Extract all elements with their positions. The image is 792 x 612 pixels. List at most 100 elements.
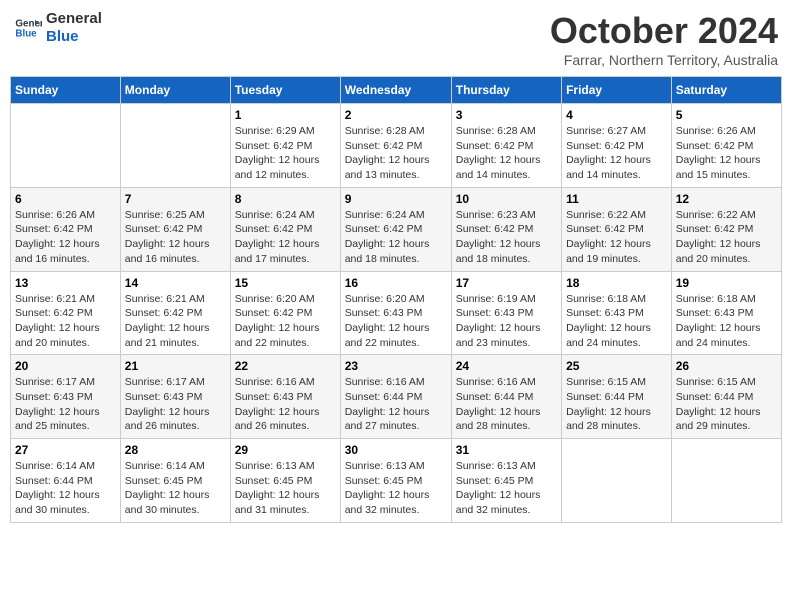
calendar-cell	[671, 439, 781, 523]
calendar-cell: 8 Sunrise: 6:24 AM Sunset: 6:42 PM Daylig…	[230, 187, 340, 271]
calendar-cell: 30 Sunrise: 6:13 AM Sunset: 6:45 PM Dayli…	[340, 439, 451, 523]
day-number: 25	[566, 359, 667, 373]
calendar-cell: 26Sunrise: 6:15 AM Sunset: 6:44 PM Dayli…	[671, 355, 781, 439]
day-number: 24	[456, 359, 557, 373]
day-number: 29	[235, 443, 336, 457]
day-number: 4	[566, 108, 667, 122]
day-number: 1	[235, 108, 336, 122]
day-info: Sunrise: 6:20 AM Sunset: 6:43 PM Dayligh…	[345, 292, 447, 351]
calendar-cell: 18Sunrise: 6:18 AM Sunset: 6:43 PM Dayli…	[562, 271, 672, 355]
calendar-cell: 1 Sunrise: 6:29 AM Sunset: 6:42 PM Daylig…	[230, 104, 340, 188]
day-number: 16	[345, 276, 447, 290]
calendar-cell: 16 Sunrise: 6:20 AM Sunset: 6:43 PM Dayli…	[340, 271, 451, 355]
day-info: Sunrise: 6:13 AM Sunset: 6:45 PM Dayligh…	[456, 459, 557, 518]
day-info: Sunrise: 6:27 AM Sunset: 6:42 PM Dayligh…	[566, 124, 667, 183]
day-info: Sunrise: 6:22 AM Sunset: 6:42 PM Dayligh…	[676, 208, 777, 267]
day-info: Sunrise: 6:28 AM Sunset: 6:42 PM Dayligh…	[345, 124, 447, 183]
day-info: Sunrise: 6:19 AM Sunset: 6:43 PM Dayligh…	[456, 292, 557, 351]
day-info: Sunrise: 6:29 AM Sunset: 6:42 PM Dayligh…	[235, 124, 336, 183]
weekday-header-wednesday: Wednesday	[340, 77, 451, 104]
page-header: General Blue General Blue October 2024 F…	[10, 10, 782, 68]
calendar-week-3: 13 Sunrise: 6:21 AM Sunset: 6:42 PM Dayli…	[11, 271, 782, 355]
calendar-week-4: 20 Sunrise: 6:17 AM Sunset: 6:43 PM Dayli…	[11, 355, 782, 439]
month-title: October 2024	[550, 10, 778, 52]
day-number: 28	[125, 443, 226, 457]
day-info: Sunrise: 6:23 AM Sunset: 6:42 PM Dayligh…	[456, 208, 557, 267]
calendar-cell: 10Sunrise: 6:23 AM Sunset: 6:42 PM Dayli…	[451, 187, 561, 271]
day-number: 20	[15, 359, 116, 373]
day-number: 26	[676, 359, 777, 373]
calendar-table: SundayMondayTuesdayWednesdayThursdayFrid…	[10, 76, 782, 523]
calendar-cell: 7Sunrise: 6:25 AM Sunset: 6:42 PM Daylig…	[120, 187, 230, 271]
day-number: 5	[676, 108, 777, 122]
calendar-cell: 14 Sunrise: 6:21 AM Sunset: 6:42 PM Dayli…	[120, 271, 230, 355]
day-number: 13	[15, 276, 116, 290]
calendar-cell: 21 Sunrise: 6:17 AM Sunset: 6:43 PM Dayli…	[120, 355, 230, 439]
day-number: 23	[345, 359, 447, 373]
calendar-cell: 23Sunrise: 6:16 AM Sunset: 6:44 PM Dayli…	[340, 355, 451, 439]
day-info: Sunrise: 6:17 AM Sunset: 6:43 PM Dayligh…	[15, 375, 116, 434]
day-info: Sunrise: 6:14 AM Sunset: 6:44 PM Dayligh…	[15, 459, 116, 518]
calendar-cell	[120, 104, 230, 188]
calendar-cell: 19 Sunrise: 6:18 AM Sunset: 6:43 PM Dayli…	[671, 271, 781, 355]
day-number: 6	[15, 192, 116, 206]
calendar-cell: 22Sunrise: 6:16 AM Sunset: 6:43 PM Dayli…	[230, 355, 340, 439]
calendar-cell	[11, 104, 121, 188]
day-info: Sunrise: 6:18 AM Sunset: 6:43 PM Dayligh…	[566, 292, 667, 351]
day-number: 21	[125, 359, 226, 373]
calendar-cell: 13 Sunrise: 6:21 AM Sunset: 6:42 PM Dayli…	[11, 271, 121, 355]
day-info: Sunrise: 6:24 AM Sunset: 6:42 PM Dayligh…	[235, 208, 336, 267]
weekday-header-monday: Monday	[120, 77, 230, 104]
calendar-cell: 31 Sunrise: 6:13 AM Sunset: 6:45 PM Dayli…	[451, 439, 561, 523]
calendar-cell: 9 Sunrise: 6:24 AM Sunset: 6:42 PM Daylig…	[340, 187, 451, 271]
day-number: 3	[456, 108, 557, 122]
day-number: 9	[345, 192, 447, 206]
day-info: Sunrise: 6:24 AM Sunset: 6:42 PM Dayligh…	[345, 208, 447, 267]
day-info: Sunrise: 6:28 AM Sunset: 6:42 PM Dayligh…	[456, 124, 557, 183]
calendar-body: 1 Sunrise: 6:29 AM Sunset: 6:42 PM Daylig…	[11, 104, 782, 523]
day-number: 27	[15, 443, 116, 457]
day-number: 17	[456, 276, 557, 290]
title-section: October 2024 Farrar, Northern Territory,…	[550, 10, 778, 68]
day-info: Sunrise: 6:21 AM Sunset: 6:42 PM Dayligh…	[15, 292, 116, 351]
day-number: 31	[456, 443, 557, 457]
day-number: 30	[345, 443, 447, 457]
day-info: Sunrise: 6:13 AM Sunset: 6:45 PM Dayligh…	[235, 459, 336, 518]
day-number: 19	[676, 276, 777, 290]
day-info: Sunrise: 6:15 AM Sunset: 6:44 PM Dayligh…	[566, 375, 667, 434]
location-subtitle: Farrar, Northern Territory, Australia	[550, 52, 778, 68]
calendar-cell: 2 Sunrise: 6:28 AM Sunset: 6:42 PM Daylig…	[340, 104, 451, 188]
day-info: Sunrise: 6:26 AM Sunset: 6:42 PM Dayligh…	[15, 208, 116, 267]
calendar-header: SundayMondayTuesdayWednesdayThursdayFrid…	[11, 77, 782, 104]
weekday-header-sunday: Sunday	[11, 77, 121, 104]
calendar-cell: 25 Sunrise: 6:15 AM Sunset: 6:44 PM Dayli…	[562, 355, 672, 439]
day-number: 11	[566, 192, 667, 206]
day-info: Sunrise: 6:17 AM Sunset: 6:43 PM Dayligh…	[125, 375, 226, 434]
calendar-cell: 24Sunrise: 6:16 AM Sunset: 6:44 PM Dayli…	[451, 355, 561, 439]
calendar-cell: 12 Sunrise: 6:22 AM Sunset: 6:42 PM Dayli…	[671, 187, 781, 271]
calendar-cell: 11Sunrise: 6:22 AM Sunset: 6:42 PM Dayli…	[562, 187, 672, 271]
day-number: 12	[676, 192, 777, 206]
calendar-cell: 17 Sunrise: 6:19 AM Sunset: 6:43 PM Dayli…	[451, 271, 561, 355]
day-number: 8	[235, 192, 336, 206]
calendar-cell: 5 Sunrise: 6:26 AM Sunset: 6:42 PM Daylig…	[671, 104, 781, 188]
day-number: 2	[345, 108, 447, 122]
calendar-cell: 6 Sunrise: 6:26 AM Sunset: 6:42 PM Daylig…	[11, 187, 121, 271]
day-info: Sunrise: 6:18 AM Sunset: 6:43 PM Dayligh…	[676, 292, 777, 351]
weekday-header-friday: Friday	[562, 77, 672, 104]
calendar-week-5: 27 Sunrise: 6:14 AM Sunset: 6:44 PM Dayli…	[11, 439, 782, 523]
day-info: Sunrise: 6:14 AM Sunset: 6:45 PM Dayligh…	[125, 459, 226, 518]
day-info: Sunrise: 6:13 AM Sunset: 6:45 PM Dayligh…	[345, 459, 447, 518]
calendar-cell: 4 Sunrise: 6:27 AM Sunset: 6:42 PM Daylig…	[562, 104, 672, 188]
day-number: 7	[125, 192, 226, 206]
day-info: Sunrise: 6:21 AM Sunset: 6:42 PM Dayligh…	[125, 292, 226, 351]
day-info: Sunrise: 6:16 AM Sunset: 6:43 PM Dayligh…	[235, 375, 336, 434]
weekday-header-saturday: Saturday	[671, 77, 781, 104]
svg-text:Blue: Blue	[15, 28, 37, 39]
weekday-header-tuesday: Tuesday	[230, 77, 340, 104]
day-info: Sunrise: 6:26 AM Sunset: 6:42 PM Dayligh…	[676, 124, 777, 183]
calendar-cell: 3 Sunrise: 6:28 AM Sunset: 6:42 PM Daylig…	[451, 104, 561, 188]
day-number: 14	[125, 276, 226, 290]
calendar-cell: 29 Sunrise: 6:13 AM Sunset: 6:45 PM Dayli…	[230, 439, 340, 523]
calendar-cell: 20 Sunrise: 6:17 AM Sunset: 6:43 PM Dayli…	[11, 355, 121, 439]
